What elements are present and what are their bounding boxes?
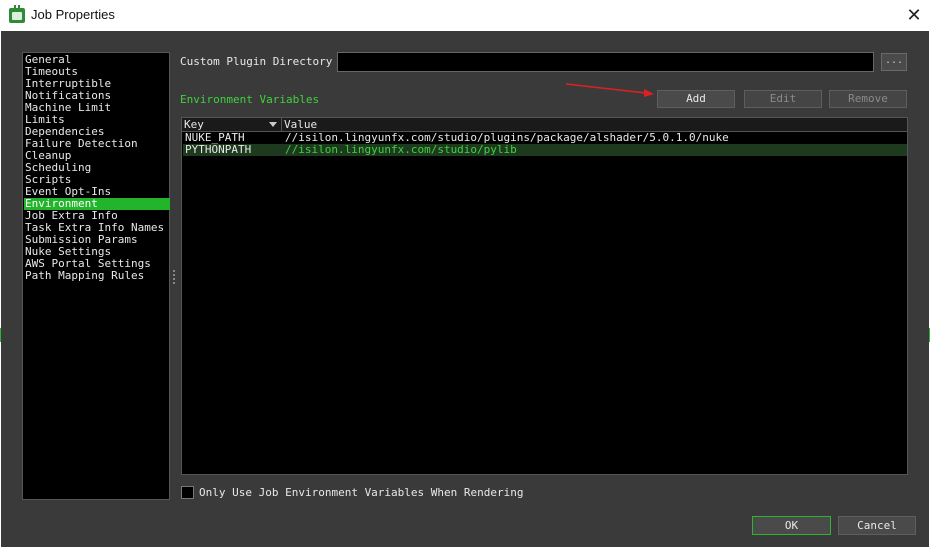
browse-button[interactable]: ...: [881, 53, 907, 71]
environment-variables-label: Environment Variables: [180, 93, 320, 106]
row-key: PYTHONPATH: [185, 143, 252, 156]
edit-button[interactable]: Edit: [744, 90, 822, 108]
remove-button[interactable]: Remove: [829, 90, 907, 108]
table-row-selected[interactable]: PYTHONPATH //isilon.lingyunfx.com/studio…: [183, 144, 907, 156]
add-button[interactable]: Add: [657, 90, 735, 108]
left-edge-marker: [0, 328, 1, 342]
sort-down-icon: [269, 122, 277, 127]
title-bar: Job Properties ✕: [0, 0, 930, 31]
sidebar-nav: General Timeouts Interruptible Notificat…: [22, 52, 170, 500]
app-icon: [9, 8, 25, 23]
environment-table: Key Value NUKE_PATH //isilon.lingyunfx.c…: [181, 117, 908, 475]
column-header-key-label: Key: [184, 118, 204, 131]
sidebar-item-path-mapping-rules[interactable]: Path Mapping Rules: [24, 270, 170, 282]
only-job-env-checkbox[interactable]: [181, 486, 194, 499]
window-title: Job Properties: [31, 7, 115, 22]
plugin-directory-input[interactable]: [337, 52, 874, 72]
column-header-value[interactable]: Value: [282, 118, 907, 132]
splitter-handle[interactable]: [173, 268, 176, 286]
cancel-button[interactable]: Cancel: [838, 516, 916, 535]
annotation-arrow-icon: [565, 83, 654, 97]
plugin-directory-label: Custom Plugin Directory: [180, 55, 333, 68]
close-icon[interactable]: ✕: [900, 4, 928, 28]
column-header-value-label: Value: [284, 118, 318, 131]
ok-button[interactable]: OK: [752, 516, 831, 535]
only-job-env-label: Only Use Job Environment Variables When …: [199, 486, 524, 499]
row-value: //isilon.lingyunfx.com/studio/pylib: [285, 143, 517, 156]
column-header-key[interactable]: Key: [182, 118, 282, 132]
